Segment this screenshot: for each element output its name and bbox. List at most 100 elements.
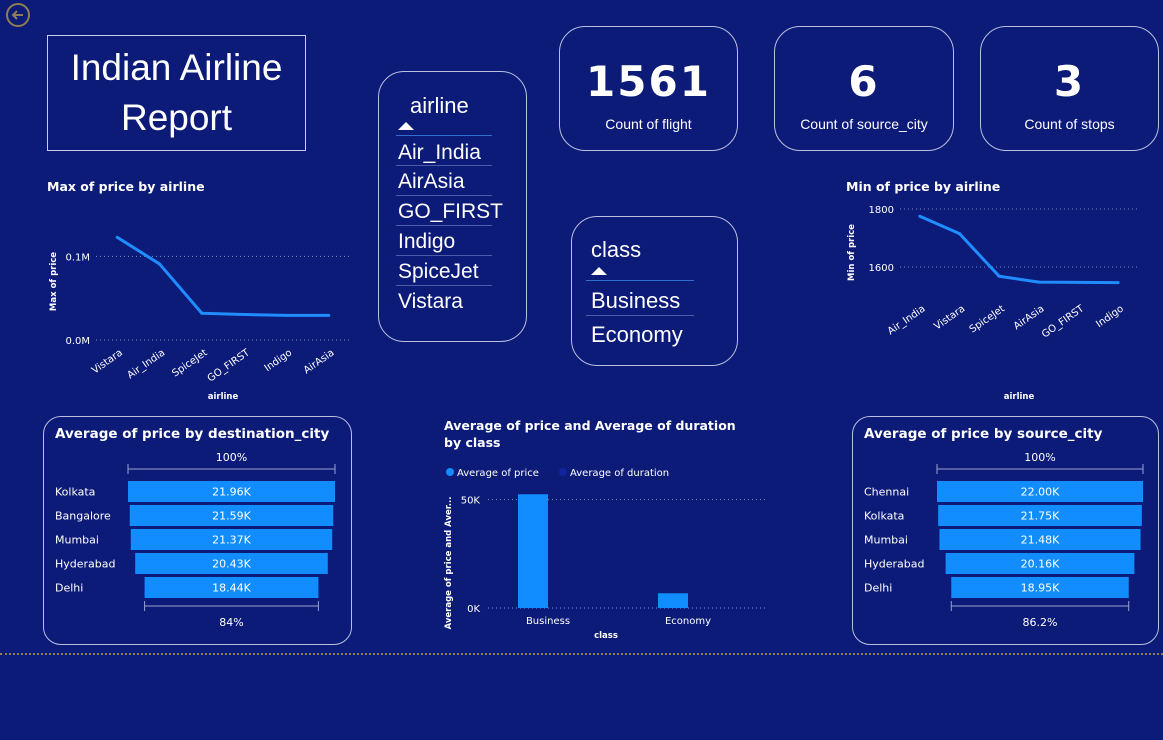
funnel-bar-label: 21.59K	[212, 510, 251, 523]
funnel-bar-label: 18.44K	[212, 582, 251, 595]
funnel-category-label: Chennai	[864, 486, 909, 499]
x-tick-label: Indigo	[263, 347, 295, 374]
kpi-card-stops: 3 Count of stops	[980, 26, 1159, 151]
funnel-bottom-percent: 86.2%	[1023, 616, 1058, 629]
x-tick-label: Indigo	[1094, 303, 1126, 330]
funnel-bottom-percent: 84%	[219, 616, 243, 629]
destination-funnel-card: Average of price by destination_city 100…	[43, 416, 352, 645]
x-tick-label: SpiceJet	[170, 347, 209, 379]
class-slicer: class Business Economy	[571, 216, 738, 366]
kpi-value: 3	[1053, 57, 1086, 106]
back-arrow-icon	[11, 10, 23, 20]
y-tick-label: 0K	[467, 604, 480, 615]
kpi-label: Count of flight	[605, 116, 692, 132]
funnel-category-label: Mumbai	[55, 534, 99, 547]
funnel-bar-label: 20.43K	[212, 558, 251, 571]
y-tick-label: 1600	[869, 263, 894, 274]
data-point	[200, 311, 204, 315]
min-price-line-chart: 1600 1800 Air_India Vistara SpiceJet AirAsiaG…	[847, 205, 1138, 402]
x-axis-title: class	[594, 631, 618, 641]
column-bar	[658, 593, 688, 608]
series-line	[116, 235, 329, 317]
report-title: Indian Airline Report	[47, 35, 306, 151]
funnel-bar-label: 20.16K	[1021, 558, 1060, 571]
y-tick-label: 1800	[869, 205, 894, 216]
funnel-bar-label: 22.00K	[1021, 486, 1060, 499]
slicer-item-indigo[interactable]: Indigo	[398, 230, 455, 254]
funnel-category-label: Delhi	[864, 582, 892, 595]
airline-slicer: airline Air_India AirAsia GO_FIRST Indig…	[378, 71, 527, 342]
page-divider	[0, 653, 1163, 655]
x-tick-label: Air_India	[125, 347, 167, 381]
slicer-item-vistara[interactable]: Vistara	[398, 290, 463, 314]
slicer-item-air-india[interactable]: Air_India	[398, 141, 481, 165]
kpi-label: Count of stops	[1024, 116, 1115, 132]
kpi-value: 1561	[586, 57, 711, 106]
legend-label: Average of price	[457, 468, 539, 479]
data-point	[918, 214, 922, 218]
column-bar	[518, 494, 548, 608]
funnel-category-label: Kolkata	[864, 510, 904, 523]
funnel-category-label: Bangalore	[55, 510, 111, 523]
slicer-title: airline	[410, 93, 469, 118]
x-tick-label: GO_FIRST	[206, 347, 253, 384]
x-tick-label: SpiceJet	[968, 303, 1007, 335]
legend-label: Average of duration	[570, 468, 669, 479]
slicer-item-airasia[interactable]: AirAsia	[398, 170, 465, 194]
sort-caret-icon[interactable]	[591, 267, 607, 275]
class-column-chart: 0K 50K Average of price Average of duration…	[444, 468, 768, 641]
legend-marker	[559, 468, 567, 476]
data-point	[285, 313, 288, 317]
funnel-bar-label: 21.48K	[1021, 534, 1060, 547]
x-axis-title: airline	[208, 392, 239, 402]
kpi-card-flights: 1561 Count of flight	[559, 26, 738, 151]
data-point	[158, 262, 161, 266]
data-point	[958, 232, 961, 236]
x-tick-label: AirAsia	[302, 347, 337, 376]
funnel-top-percent: 100%	[1024, 451, 1055, 464]
series-line	[919, 214, 1119, 285]
kpi-card-source-city: 6 Count of source_city	[774, 26, 954, 151]
slicer-item-business[interactable]: Business	[591, 288, 680, 314]
funnel-category-label: Kolkata	[55, 486, 95, 499]
funnel-top-percent: 100%	[216, 451, 247, 464]
funnel-bar-label: 21.75K	[1021, 510, 1060, 523]
source-funnel-card: Average of price by source_city 100% 22.0…	[852, 416, 1159, 645]
legend-marker	[446, 468, 454, 476]
data-point	[997, 274, 1001, 278]
kpi-label: Count of source_city	[800, 116, 928, 132]
data-point	[327, 313, 331, 317]
chart-title: Max of price by airline	[47, 179, 205, 194]
y-tick-label: 0.1M	[65, 252, 90, 263]
slicer-item-spicejet[interactable]: SpiceJet	[398, 260, 479, 284]
slicer-item-go-first[interactable]: GO_FIRST	[398, 200, 503, 224]
funnel-bar-label: 21.37K	[212, 534, 251, 547]
funnel-category-label: Delhi	[55, 582, 83, 595]
back-button[interactable]	[6, 3, 30, 27]
chart-title: Min of price by airline	[846, 179, 1001, 194]
sort-caret-icon[interactable]	[398, 122, 414, 130]
data-point	[1077, 280, 1080, 284]
data-point	[242, 313, 246, 317]
slicer-item-economy[interactable]: Economy	[591, 322, 683, 348]
funnel-category-label: Hyderabad	[55, 558, 116, 571]
max-price-line-chart: 0.0M 0.1M Vistara Air_India SpiceJetGO_FIRST…	[49, 235, 350, 402]
y-tick-label: 0.0M	[65, 336, 90, 347]
x-tick-label: GO_FIRST	[1040, 303, 1087, 340]
x-tick-label: Business	[526, 616, 570, 627]
data-point	[115, 235, 119, 239]
x-tick-label: Vistara	[90, 347, 125, 376]
funnel-category-label: Mumbai	[864, 534, 908, 547]
x-tick-label: Air_India	[886, 303, 928, 337]
chart-title: Average of price and Average of duration…	[444, 418, 736, 450]
data-point	[1116, 281, 1120, 285]
slicer-title: class	[591, 237, 642, 262]
y-tick-label: 50K	[461, 496, 481, 507]
x-tick-label: AirAsia	[1012, 303, 1047, 332]
x-tick-label: Vistara	[932, 303, 967, 332]
x-tick-label: Economy	[665, 616, 711, 627]
data-point	[1037, 280, 1041, 284]
destination-funnel-chart: 100% 21.96K Kolkata 21.59K Bangalore 21.37K Mu…	[55, 451, 336, 629]
funnel-bar-label: 21.96K	[212, 486, 251, 499]
x-axis-title: airline	[1004, 392, 1035, 402]
